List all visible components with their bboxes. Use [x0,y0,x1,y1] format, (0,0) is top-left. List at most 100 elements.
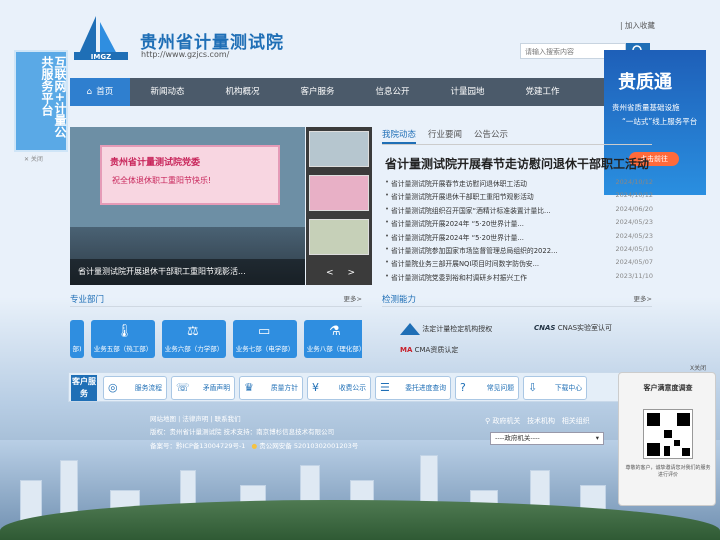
news-title: 省计量测试院党委到裕和村调研乡村振兴工作 [391,273,527,282]
tab-announcements[interactable]: 公告公示 [474,127,508,144]
news-slideshow[interactable]: 贵州省计量测试院党委 祝全体退休职工重阳节快乐! 省计量测试院开展退休干部职工重… [70,127,305,285]
nav-metrology-garden[interactable]: 计量园地 [430,78,505,106]
nav-customer-service[interactable]: 客户服务 [280,78,355,106]
ad-subtitle-1: 贵州省质量基础设施 [612,103,680,112]
service-fee-button[interactable]: ¥ 收费公示 [307,376,371,400]
chevron-down-icon: ▾ [595,434,599,442]
department-label: 业务六部（力学部） [164,345,224,353]
department-label: 业务五部（热工部） [93,345,153,353]
survey-popup[interactable]: 客户满意度调查 尊敬的客户，诚挚邀请您对我们的服务进行评价 [618,372,716,506]
quality-icon: ♛ [244,381,254,394]
qr-code-icon [643,409,693,459]
fee-icon: ¥ [312,381,319,394]
slide-thumbnail[interactable] [309,131,369,167]
slide-banner-image: 贵州省计量测试院党委 祝全体退休职工重阳节快乐! [100,145,280,205]
slide-banner-title: 贵州省计量测试院党委 [110,158,201,168]
abilities-more-link[interactable]: 更多> [634,293,652,303]
service-progress-button[interactable]: ☰ 委托进度查询 [375,376,451,400]
service-label: 收费公示 [338,384,366,392]
list-item[interactable]: 省计量测试院参加国家市场监督管理总局组织的2022... 2024/05/10 [385,245,653,258]
news-date: 2024/10/12 [615,178,653,186]
slide-caption[interactable]: 省计量测试院开展退休干部职工重阳节观影活... [70,259,305,285]
department-card[interactable]: 部) [70,320,84,358]
news-headline[interactable]: 省计量测试院开展春节走访慰问退休干部职工活动 [385,155,655,172]
list-item[interactable]: 省计量测试院党委到裕和村调研乡村振兴工作 2023/11/10 [385,272,653,285]
home-icon: ⌂ [86,87,93,97]
abilities-list: 法定计量检定机构授权 CNAS CNAS实验室认可 MA CMA资质认定 [382,318,652,362]
department-label: 业务七部（电学部） [235,345,295,353]
service-faq-button[interactable]: ? 常见问题 [455,376,519,400]
thermometer-icon: 🌡 [116,324,133,339]
department-card[interactable]: ⚖ 业务六部（力学部） [162,320,226,358]
link-tech[interactable]: 技术机构 [527,417,555,425]
nav-news[interactable]: 新闻动态 [130,78,205,106]
faq-icon: ? [460,381,466,394]
slide-thumbnail[interactable] [309,175,369,211]
slide-thumbnails [306,127,372,285]
slide-next-button[interactable]: > [348,268,356,278]
service-label: 服务流程 [134,384,162,392]
list-item[interactable]: 省计量测试院组织召开国家“酒精计标准装置计量比... 2024/06/20 [385,205,653,218]
footer-icp: 备案号：黔ICP备13004729号-1 ● 贵公网安备 52010302001… [150,440,358,450]
ability-item[interactable]: CNAS CNAS实验室认可 [534,323,612,333]
footer-icp-text[interactable]: 备案号：黔ICP备13004729号-1 [150,442,245,450]
news-date: 2024/05/10 [615,244,653,253]
department-card[interactable]: ▭ 业务七部（电学部） [233,320,297,358]
news-date: 2024/06/20 [615,204,653,213]
news-date: 2024/05/23 [615,231,653,240]
link-org[interactable]: 相关组织 [562,417,590,425]
nav-home-label: 首页 [96,87,114,97]
ad-title: 贵质通 [618,72,672,93]
logo-icon[interactable]: IMGZ [70,12,132,62]
ad-subtitle-2: “一站式”线上服务平台 [622,117,698,126]
float-close-link[interactable]: ✕ 关闭 [24,154,43,163]
slide-thumbnail[interactable] [309,219,369,255]
footer-police-text[interactable]: 贵公网安备 52010302001203号 [259,442,358,450]
list-item[interactable]: 省计量测试院开展春节走访慰问退休职工活动 2024/10/12 [385,178,653,191]
departments-more-link[interactable]: 更多> [344,293,362,303]
service-label: 常见问题 [486,384,514,392]
progress-icon: ☰ [380,381,390,394]
department-card[interactable]: 🌡 业务五部（热工部） [91,320,155,358]
department-card[interactable]: ⚗ 业务八部（理化部） [304,320,362,358]
hills [0,500,720,540]
list-item[interactable]: 省计量测试院开展退休干部职工重阳节观影活动 2024/10/12 [385,191,653,204]
link-gov[interactable]: 政府机关 [492,417,520,425]
tab-institute-news[interactable]: 我院动态 [382,127,417,144]
ability-item[interactable]: 法定计量检定机构授权 [400,323,492,335]
list-item[interactable]: 省计量测试院开展2024年 “5·20世界计量... 2024/05/23 [385,232,653,245]
slide-nav: < > [326,268,369,278]
service-statement-button[interactable]: ☏ 矛盾声明 [171,376,235,400]
service-flow-button[interactable]: ◎ 服务流程 [103,376,167,400]
departments-title: 专业部门 [70,295,105,305]
list-item[interactable]: 省计量测试院开展2024年 “5·20世界计量... 2024/05/23 [385,218,653,231]
add-favorite-link[interactable]: | 加入收藏 [620,20,655,31]
service-label: 下载中心 [554,384,582,392]
news-title: 省计量测试院参加国家市场监督管理总局组织的2022... [391,246,558,255]
news-list: 省计量测试院开展春节走访慰问退休职工活动 2024/10/12 省计量测试院开展退… [385,178,653,285]
service-download-button[interactable]: ⇩ 下载中心 [523,376,587,400]
guizhitong-ad[interactable]: 贵质通 贵州省质量基础设施 “一站式”线上服务平台 点击前往 [604,50,706,195]
tab-industry-news[interactable]: 行业要闻 [428,127,462,144]
list-item[interactable]: 省计量院业务三部开展NQI项目时间数字防伪安... 2024/05/07 [385,258,653,271]
nav-info-public[interactable]: 信息公开 [355,78,430,106]
slide-prev-button[interactable]: < [326,268,334,278]
slide-banner-subtitle: 祝全体退休职工重阳节快乐! [112,176,212,185]
select-value: ----政府机关---- [495,434,540,442]
main-nav: ⌂ 首页 新闻动态 机构概况 客户服务 信息公开 计量园地 党建工作 [70,78,650,106]
nav-about[interactable]: 机构概况 [205,78,280,106]
nav-home[interactable]: ⌂ 首页 [70,78,130,106]
nav-party-building[interactable]: 党建工作 [505,78,580,106]
scale-icon: ⚖ [187,324,199,339]
survey-title: 客户满意度调查 [643,384,693,392]
abilities-header: 检测能力 更多> [382,293,652,307]
ability-label: 法定计量检定机构授权 [422,325,493,333]
gov-links-select[interactable]: ----政府机关---- ▾ [490,432,604,445]
news-title: 省计量测试院开展春节走访慰问退休职工活动 [391,180,527,188]
ability-item[interactable]: MA CMA资质认定 [400,345,458,355]
survey-close-button[interactable]: X关闭 [690,363,706,372]
departments-carousel: 部) 🌡 业务五部（热工部） ⚖ 业务六部（力学部） ▭ 业务七部（电学部） ⚗ 业务八… [70,320,362,358]
service-platform-float[interactable]: 互联网+计量公共服务平台 [14,50,68,152]
service-quality-button[interactable]: ♛ 质量方针 [239,376,303,400]
footer-links[interactable]: 网站地图 | 法律声明 | 联系我们 [150,413,241,423]
